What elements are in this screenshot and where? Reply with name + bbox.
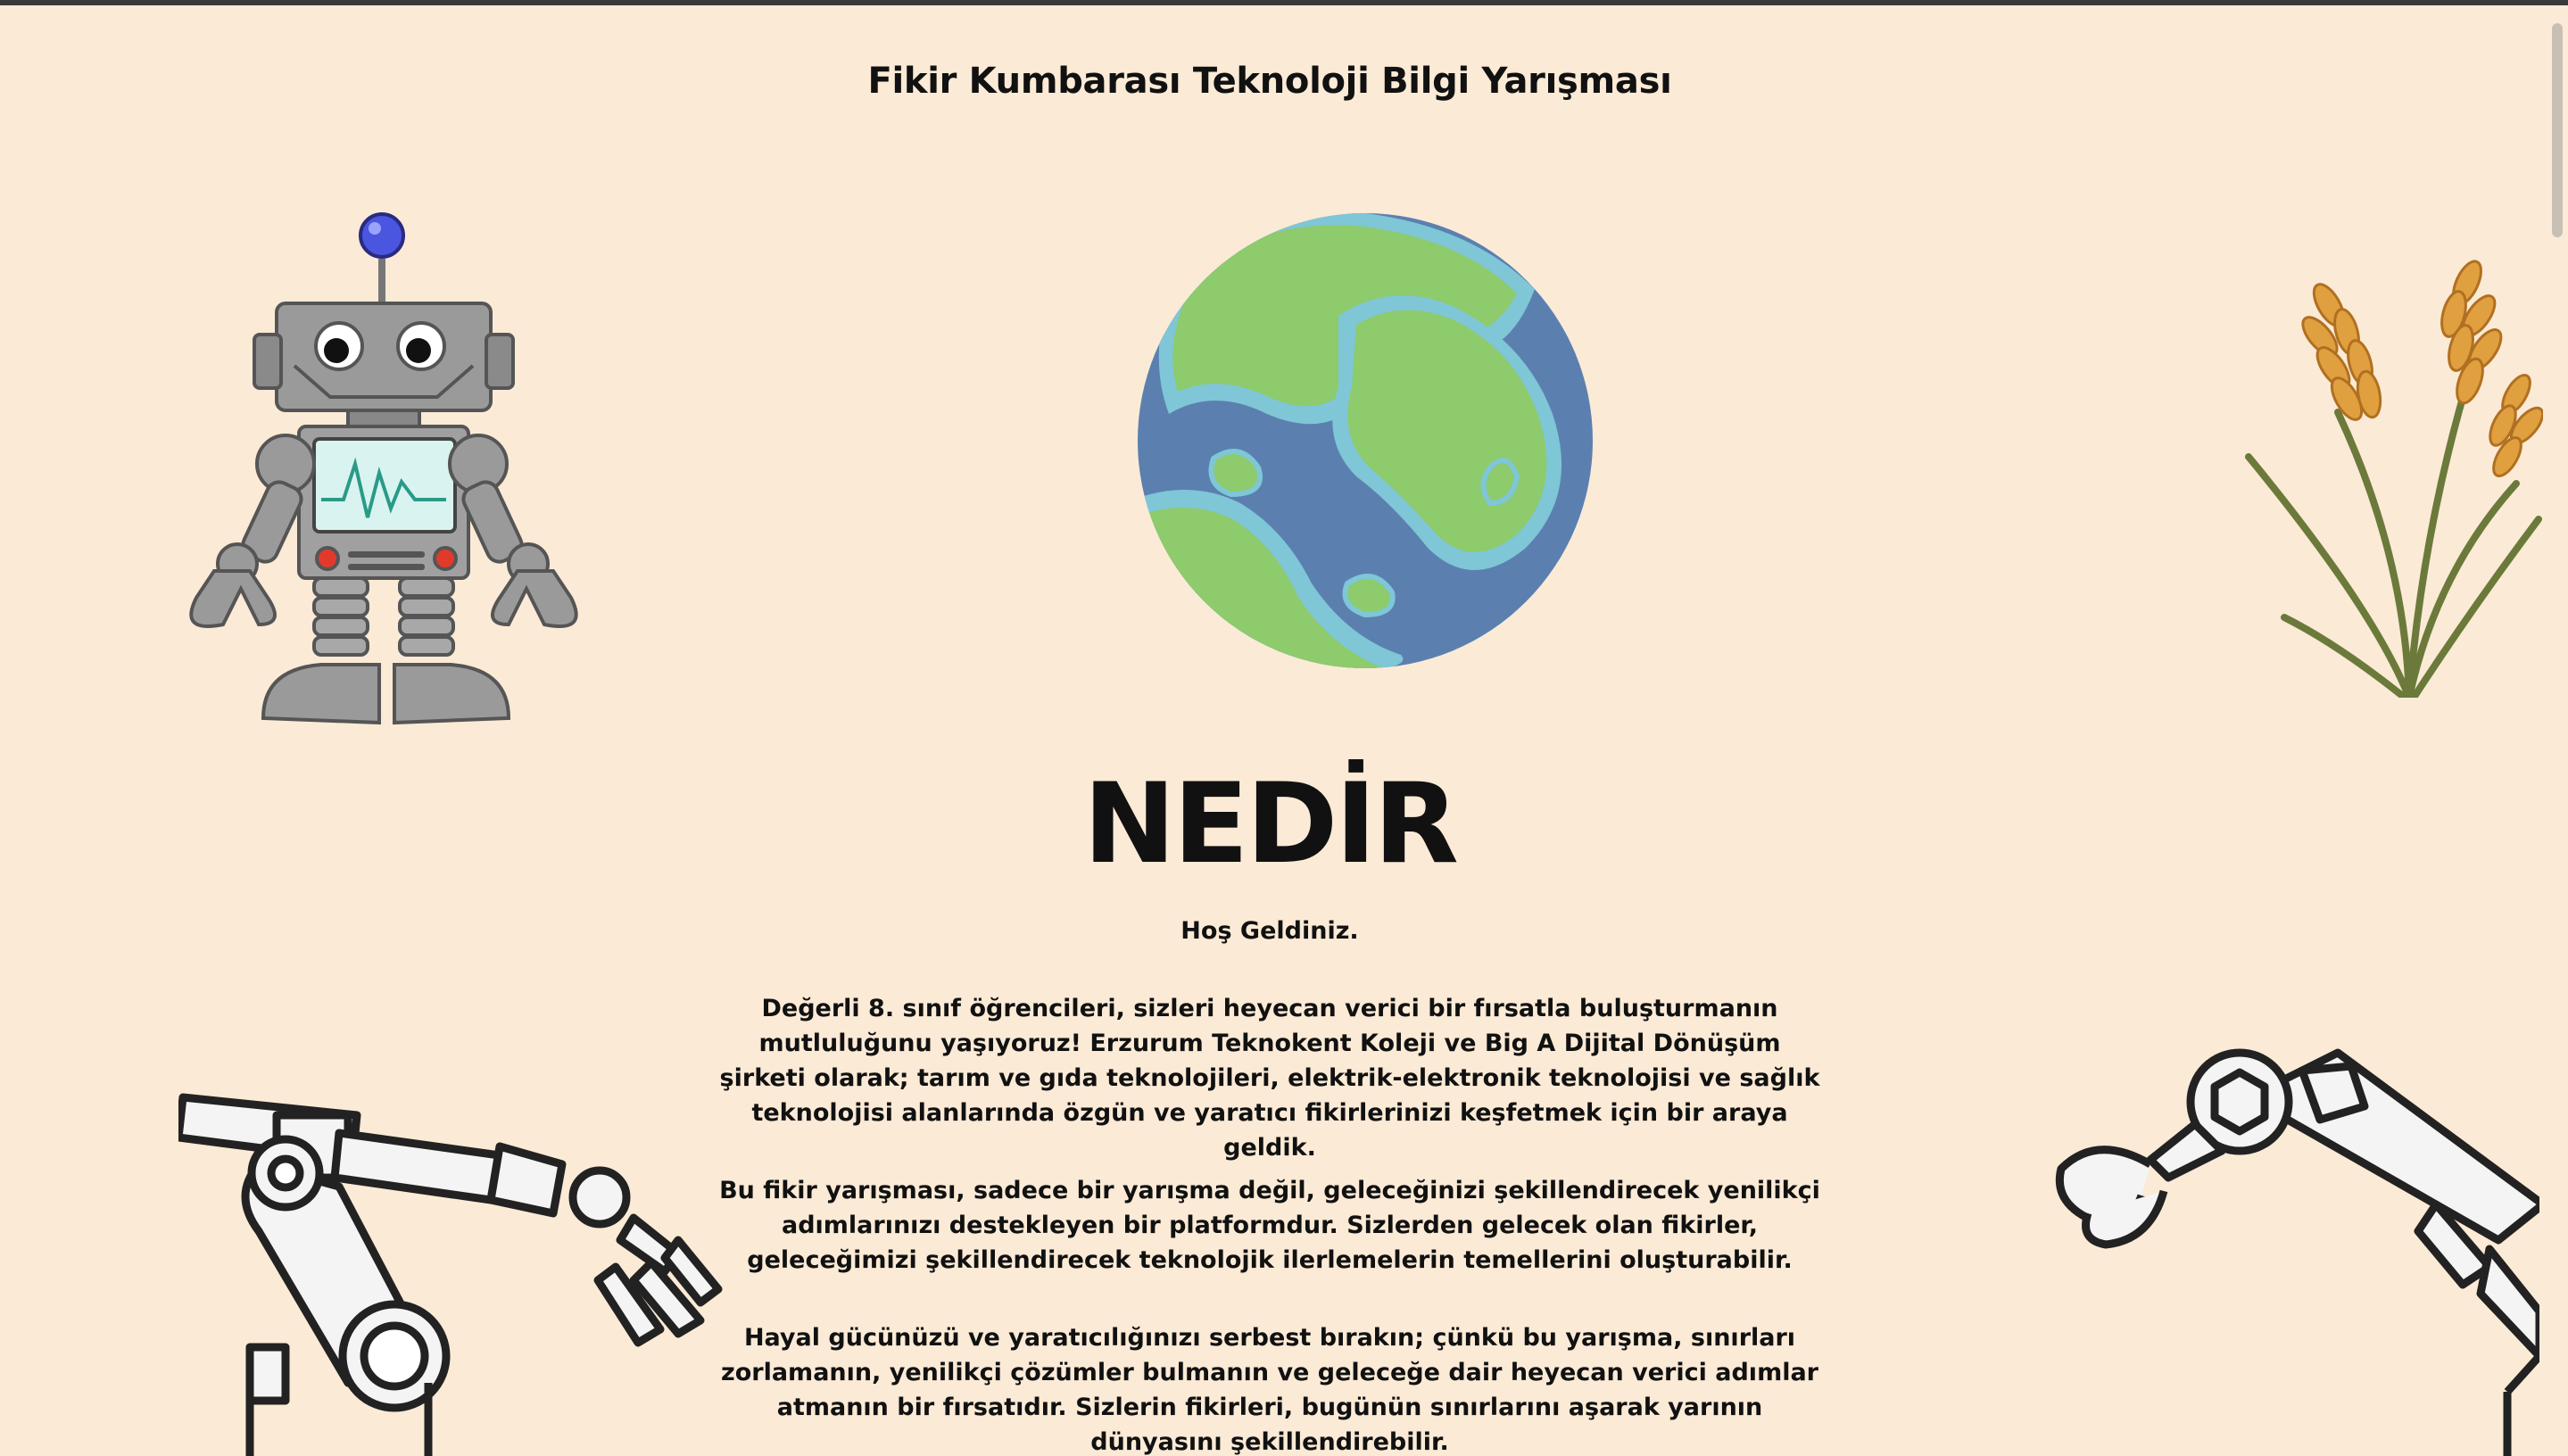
intro-paragraph: Bu fikir yarışması, sadece bir yarışma d… (719, 1177, 1820, 1274)
wheat-icon (2245, 260, 2543, 698)
robot-icon (189, 212, 578, 725)
section-heading: NEDİR (1082, 760, 1459, 889)
site-title: Fikir Kumbarası Teknoloji Bilgi Yarışmas… (867, 61, 1672, 102)
scrollbar-thumb[interactable] (2552, 23, 2563, 237)
globe-icon (1138, 213, 1593, 668)
browser-top-edge (0, 0, 2568, 5)
robotic-arm-icon (178, 1093, 723, 1456)
intro-paragraph: Değerli 8. sınıf öğrencileri, sizleri he… (719, 995, 1820, 1162)
welcome-text: Hoş Geldiniz. (1180, 917, 1359, 945)
intro-paragraph: Hayal gücünüzü ve yaratıcılığınızı serbe… (721, 1324, 1818, 1456)
robotic-arm-icon (2055, 1048, 2539, 1456)
scrollbar-track[interactable] (2545, 5, 2568, 1456)
page: Fikir Kumbarası Teknoloji Bilgi Yarışmas… (0, 0, 2568, 1456)
